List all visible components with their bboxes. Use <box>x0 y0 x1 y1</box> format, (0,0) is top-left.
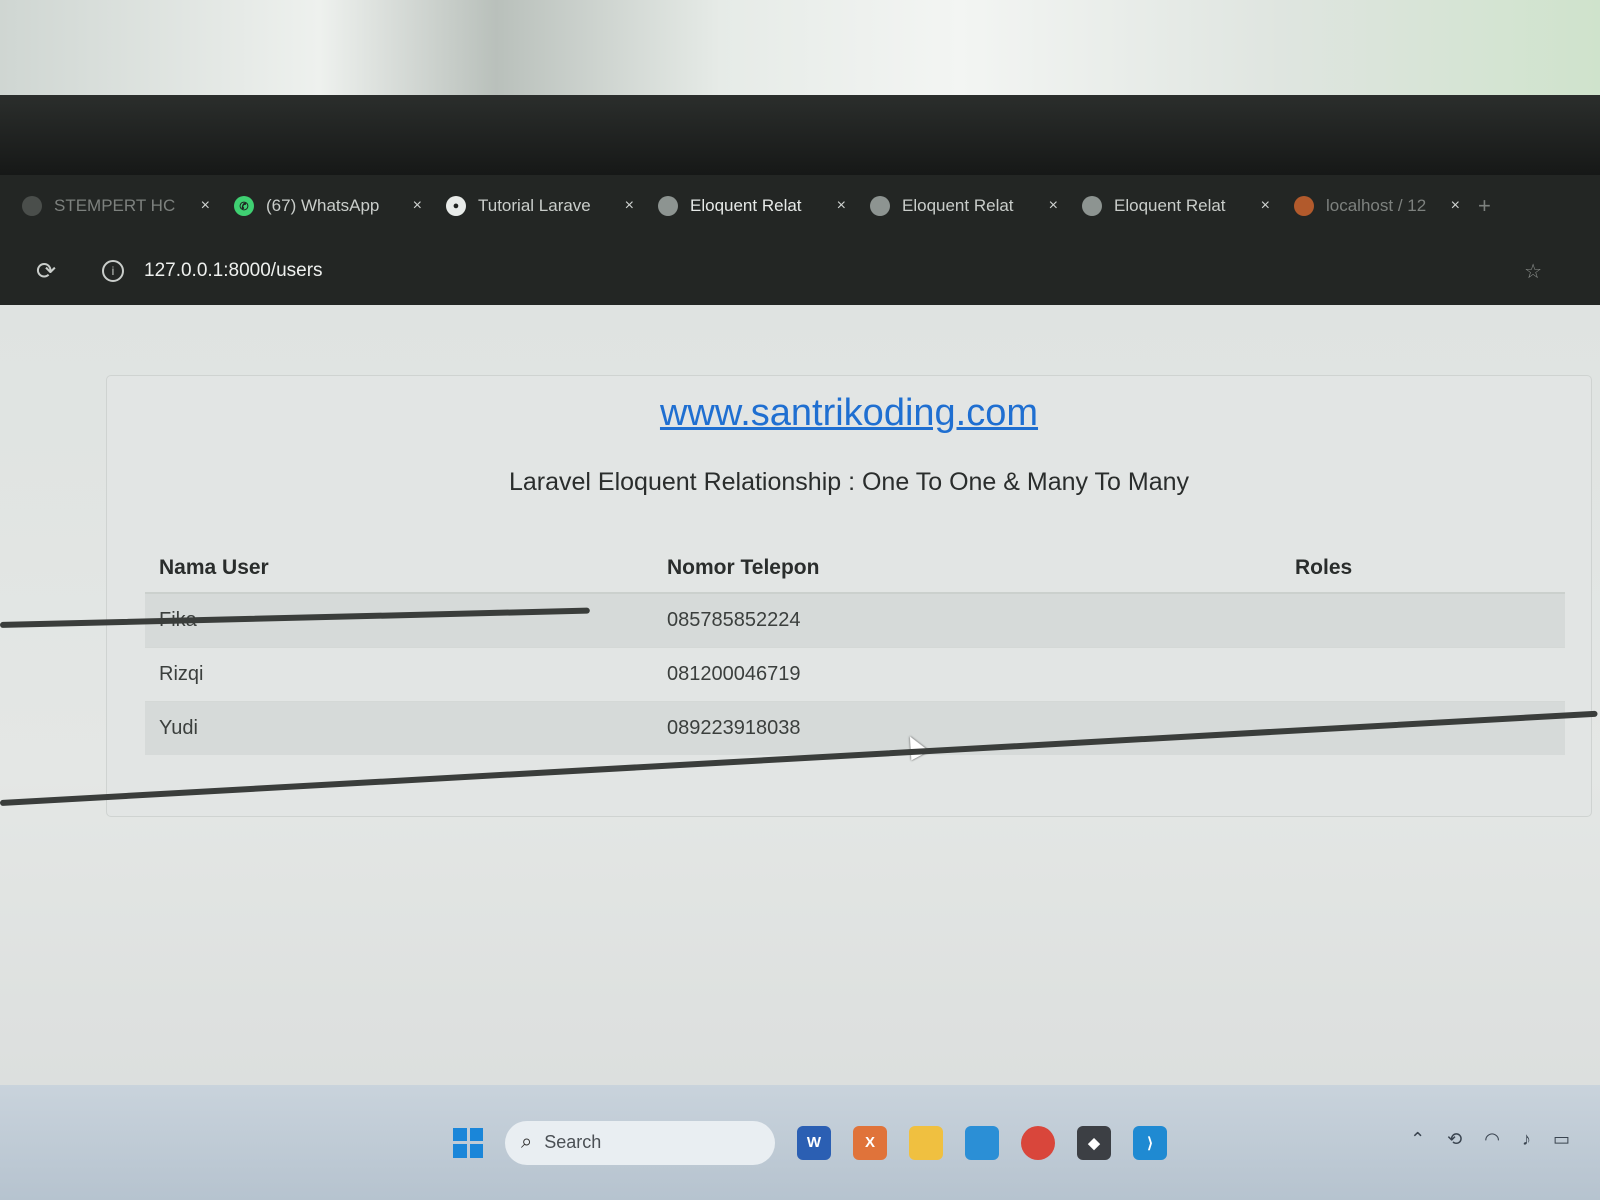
close-icon[interactable]: × <box>625 197 634 215</box>
tab-3[interactable]: ● Tutorial Larave × <box>434 186 646 226</box>
close-icon[interactable]: × <box>1049 197 1058 215</box>
wifi-icon[interactable]: ◠ <box>1484 1129 1500 1150</box>
cell-phone: 081200046719 <box>653 647 1281 702</box>
close-icon[interactable]: × <box>201 197 210 215</box>
site-link[interactable]: www.santrikoding.com <box>107 392 1591 435</box>
windows-start-icon[interactable] <box>453 1127 483 1158</box>
reload-icon[interactable]: ⟳ <box>36 257 76 286</box>
phpmyadmin-icon <box>1294 196 1314 216</box>
taskbar: ⌕ Search W X ◆ ⟩ ⌃ ⟲ ◠ ♪ ▭ <box>0 1085 1600 1200</box>
whatsapp-icon: ✆ <box>234 196 254 216</box>
content-card: www.santrikoding.com Laravel Eloquent Re… <box>106 375 1592 817</box>
chevron-up-icon[interactable]: ⌃ <box>1410 1129 1425 1150</box>
taskbar-search[interactable]: ⌕ Search <box>505 1120 775 1165</box>
git-icon[interactable]: ◆ <box>1077 1125 1111 1160</box>
sync-icon[interactable]: ⟲ <box>1447 1129 1462 1150</box>
close-icon[interactable]: × <box>413 197 422 215</box>
tab-1[interactable]: STEMPERT HC × <box>10 186 222 226</box>
new-tab-button[interactable]: + <box>1478 193 1491 219</box>
cell-roles <box>1281 647 1565 702</box>
xampp-icon[interactable]: X <box>853 1125 887 1160</box>
tab-7[interactable]: localhost / 12 × <box>1282 186 1472 226</box>
vscode-icon[interactable]: ⟩ <box>1133 1125 1167 1160</box>
header-nama-user: Nama User <box>145 534 653 594</box>
users-table: Nama User Nomor Telepon Roles Fika 08578… <box>145 534 1565 755</box>
tab-bar: STEMPERT HC × ✆ (67) WhatsApp × ● Tutori… <box>0 175 1600 237</box>
close-icon[interactable]: × <box>837 197 846 215</box>
bookmark-star-icon[interactable]: ☆ <box>1524 259 1542 284</box>
close-icon[interactable]: × <box>1261 197 1270 215</box>
cell-roles <box>1281 592 1565 648</box>
search-icon: ⌕ <box>521 1131 533 1153</box>
site-info-icon[interactable]: i <box>102 260 124 282</box>
table-row: Rizqi 081200046719 <box>145 647 1565 702</box>
tab-label: Eloquent Relat <box>690 196 802 215</box>
system-tray: ⌃ ⟲ ◠ ♪ ▭ <box>1410 1129 1570 1150</box>
tab-label: localhost / 12 <box>1326 196 1427 215</box>
globe-icon <box>1082 196 1102 216</box>
cell-phone: 085785852224 <box>653 592 1281 648</box>
tab-label: Tutorial Larave <box>478 196 591 215</box>
globe-icon <box>870 196 890 216</box>
laptop-bezel <box>0 95 1600 251</box>
page-viewport: www.santrikoding.com Laravel Eloquent Re… <box>0 305 1600 1085</box>
url-field[interactable]: 127.0.0.1:8000/users <box>144 260 323 282</box>
tutorial-icon: ● <box>446 196 466 216</box>
tab-2[interactable]: ✆ (67) WhatsApp × <box>222 186 434 226</box>
table-header-row: Nama User Nomor Telepon Roles <box>145 534 1565 594</box>
word-icon[interactable]: W <box>797 1125 831 1160</box>
header-roles: Roles <box>1281 534 1565 594</box>
file-explorer-icon[interactable] <box>909 1125 943 1160</box>
header-nomor-telepon: Nomor Telepon <box>653 534 1281 594</box>
tab-5[interactable]: Eloquent Relat × <box>858 186 1070 226</box>
tab-label: STEMPERT HC <box>54 196 176 215</box>
background-room <box>0 0 1600 100</box>
store-icon[interactable] <box>965 1125 999 1160</box>
cell-name: Yudi <box>145 701 653 755</box>
page-icon <box>22 196 42 216</box>
volume-icon[interactable]: ♪ <box>1522 1129 1531 1150</box>
tab-label: (67) WhatsApp <box>266 196 380 215</box>
tab-label: Eloquent Relat <box>902 196 1014 215</box>
tab-6[interactable]: Eloquent Relat × <box>1070 186 1282 226</box>
chrome-icon[interactable] <box>1021 1125 1055 1160</box>
cell-name: Rizqi <box>145 647 653 702</box>
tab-4[interactable]: Eloquent Relat × <box>646 186 858 226</box>
page-subtitle: Laravel Eloquent Relationship : One To O… <box>508 468 1190 496</box>
close-icon[interactable]: × <box>1451 197 1460 215</box>
globe-icon <box>658 196 678 216</box>
address-bar: ⟳ i 127.0.0.1:8000/users ☆ <box>0 237 1600 305</box>
tab-label: Eloquent Relat <box>1114 196 1226 215</box>
table-row: Fika 085785852224 <box>145 592 1565 648</box>
search-label: Search <box>544 1132 602 1152</box>
battery-icon[interactable]: ▭ <box>1553 1129 1570 1150</box>
